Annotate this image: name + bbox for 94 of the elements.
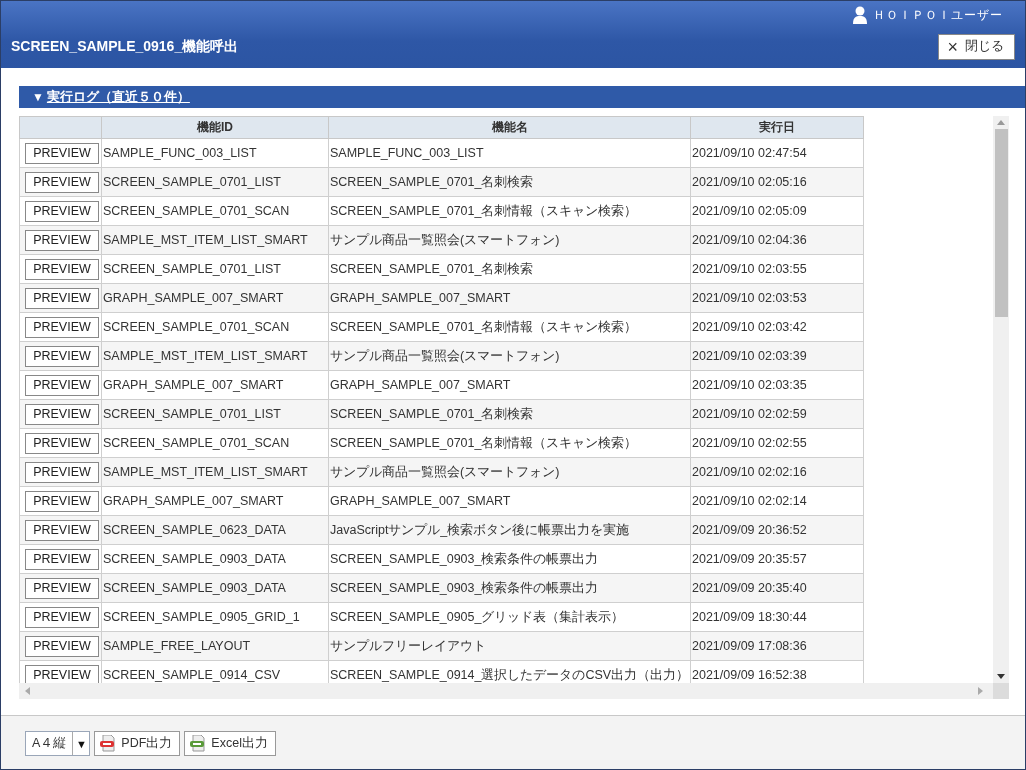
export-button[interactable]: PDF出力 [94,731,181,756]
preview-button[interactable]: PREVIEW [25,548,99,570]
preview-button[interactable]: PREVIEW [25,519,99,541]
table-cell: 2021/09/09 20:36:52 [690,515,864,545]
horizontal-scrollbar[interactable] [19,683,993,699]
table-cell: JavaScriptサンプル_検索ボタン後に帳票出力を実施 [328,515,691,545]
table-cell: SCREEN_SAMPLE_0903_DATA [101,544,329,574]
table-cell: SCREEN_SAMPLE_0701_名刺検索 [328,399,691,429]
scrollbar-corner [993,683,1009,699]
table-cell: SCREEN_SAMPLE_0701_LIST [101,254,329,284]
preview-button[interactable]: PREVIEW [25,258,99,280]
table-cell: サンプル商品一覧照会(スマートフォン) [328,457,691,487]
preview-button[interactable]: PREVIEW [25,635,99,657]
column-header: 実行日 [690,116,864,139]
window-title: SCREEN_SAMPLE_0916_機能呼出 [11,37,239,56]
table-cell: 2021/09/10 02:05:16 [690,167,864,197]
table-cell: 2021/09/10 02:04:36 [690,225,864,255]
table-cell: 2021/09/10 02:03:55 [690,254,864,284]
table-cell: 2021/09/10 02:02:55 [690,428,864,458]
table-cell: SCREEN_SAMPLE_0701_SCAN [101,428,329,458]
scroll-right-icon [978,687,983,695]
column-header: 機能ID [101,116,329,139]
scroll-up-icon [997,120,1005,125]
table-cell: SCREEN_SAMPLE_0701_名刺情報（スキャン検索） [328,428,691,458]
table-cell: SCREEN_SAMPLE_0701_SCAN [101,312,329,342]
preview-button[interactable]: PREVIEW [25,287,99,309]
table-cell: 2021/09/10 02:03:39 [690,341,864,371]
table-cell: SCREEN_SAMPLE_0905_GRID_1 [101,602,329,632]
paper-size-dropdown[interactable]: A４縦 ▼ [25,731,91,756]
table-cell: SAMPLE_MST_ITEM_LIST_SMART [101,457,329,487]
preview-button[interactable]: PREVIEW [25,200,99,222]
column-header: 機能名 [328,116,691,139]
pdf-file-icon [100,735,116,752]
table-cell: 2021/09/09 17:08:36 [690,631,864,661]
table-cell: サンプル商品一覧照会(スマートフォン) [328,341,691,371]
table-cell: GRAPH_SAMPLE_007_SMART [328,283,691,313]
spreadsheet-file-icon [190,735,206,752]
table-cell: 2021/09/10 02:47:54 [690,138,864,168]
table-cell: SCREEN_SAMPLE_0903_DATA [101,573,329,603]
export-button[interactable]: Excel出力 [184,731,276,756]
user-name: ＨＯＩＰＯＩユーザー [873,6,1003,24]
close-button[interactable]: × 閉じる [938,33,1015,60]
table-cell: 2021/09/10 02:02:16 [690,457,864,487]
preview-button[interactable]: PREVIEW [25,490,99,512]
preview-button[interactable]: PREVIEW [25,461,99,483]
preview-button[interactable]: PREVIEW [25,374,99,396]
table-cell: GRAPH_SAMPLE_007_SMART [101,486,329,516]
preview-button[interactable]: PREVIEW [25,142,99,164]
table-cell: 2021/09/10 02:03:42 [690,312,864,342]
table-cell: SAMPLE_FREE_LAYOUT [101,631,329,661]
table-cell: SCREEN_SAMPLE_0701_名刺情報（スキャン検索） [328,196,691,226]
table-cell: SAMPLE_FUNC_003_LIST [101,138,329,168]
table-cell: GRAPH_SAMPLE_007_SMART [328,370,691,400]
preview-button[interactable]: PREVIEW [25,606,99,628]
table-cell: SCREEN_SAMPLE_0701_SCAN [101,196,329,226]
table-cell: GRAPH_SAMPLE_007_SMART [101,283,329,313]
table-cell: 2021/09/10 02:03:53 [690,283,864,313]
table-cell: SCREEN_SAMPLE_0701_LIST [101,167,329,197]
table-cell: サンプルフリーレイアウト [328,631,691,661]
table-cell: SAMPLE_MST_ITEM_LIST_SMART [101,225,329,255]
scroll-left-icon [25,687,30,695]
table-cell: 2021/09/09 20:35:57 [690,544,864,574]
table-cell: GRAPH_SAMPLE_007_SMART [101,370,329,400]
table-cell: サンプル商品一覧照会(スマートフォン) [328,225,691,255]
user-icon [853,6,867,24]
scroll-down-icon [997,674,1005,679]
table-cell: SCREEN_SAMPLE_0903_検索条件の帳票出力 [328,573,691,603]
preview-button[interactable]: PREVIEW [25,345,99,367]
table-cell: 2021/09/10 02:02:59 [690,399,864,429]
table-cell: GRAPH_SAMPLE_007_SMART [328,486,691,516]
table-cell: SCREEN_SAMPLE_0623_DATA [101,515,329,545]
preview-button[interactable]: PREVIEW [25,171,99,193]
preview-button[interactable]: PREVIEW [25,664,99,683]
scrollbar-thumb[interactable] [994,129,1008,317]
table-cell: SCREEN_SAMPLE_0701_名刺情報（スキャン検索） [328,312,691,342]
table-cell: 2021/09/10 02:05:09 [690,196,864,226]
table-cell: 2021/09/10 02:02:14 [690,486,864,516]
preview-button[interactable]: PREVIEW [25,229,99,251]
table-cell: SCREEN_SAMPLE_0905_グリッド表（集計表示） [328,602,691,632]
preview-button[interactable]: PREVIEW [25,577,99,599]
table-cell: SCREEN_SAMPLE_0903_検索条件の帳票出力 [328,544,691,574]
table-cell: SCREEN_SAMPLE_0701_名刺検索 [328,254,691,284]
preview-button[interactable]: PREVIEW [25,316,99,338]
table-cell: SCREEN_SAMPLE_0701_名刺検索 [328,167,691,197]
table-cell: SAMPLE_FUNC_003_LIST [328,138,691,168]
vertical-scrollbar[interactable] [993,116,1009,683]
table-cell: 2021/09/10 02:03:35 [690,370,864,400]
preview-button[interactable]: PREVIEW [25,432,99,454]
preview-button[interactable]: PREVIEW [25,403,99,425]
table-cell: 2021/09/09 20:35:40 [690,573,864,603]
section-header[interactable]: ▼ 実行ログ（直近５０件） [19,86,1025,108]
table-cell: SAMPLE_MST_ITEM_LIST_SMART [101,341,329,371]
table-cell: SCREEN_SAMPLE_0701_LIST [101,399,329,429]
table-cell: 2021/09/09 18:30:44 [690,602,864,632]
